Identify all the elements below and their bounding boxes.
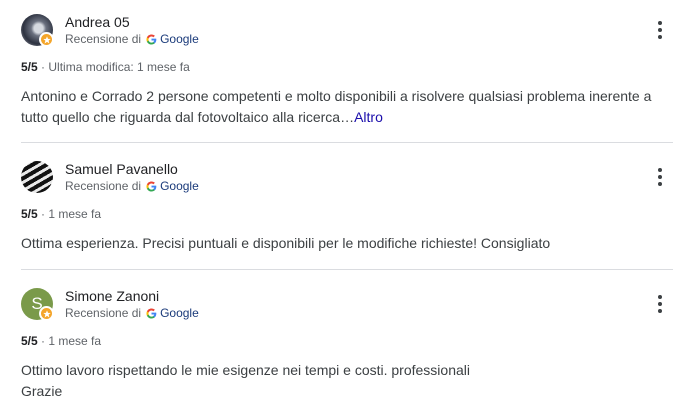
review-text: Ottima esperienza. Precisi puntuali e di… <box>21 235 551 251</box>
local-guide-badge-icon <box>39 32 54 47</box>
source-label: Recensione di <box>65 32 142 46</box>
divider <box>21 269 673 270</box>
source-label: Recensione di <box>65 306 142 320</box>
read-more-link[interactable]: Altro <box>354 109 383 125</box>
google-label: Google <box>160 179 199 193</box>
review-time: · Ultima modifica: 1 mese fa <box>41 60 190 74</box>
review-source: Recensione di Google <box>65 32 199 46</box>
review-meta: 5/5 · 1 mese fa <box>21 334 101 348</box>
avatar[interactable] <box>21 161 53 193</box>
google-label: Google <box>160 32 199 46</box>
review-text-line: Grazie <box>21 383 63 399</box>
divider <box>21 142 673 143</box>
review-time: · 1 mese fa <box>41 207 102 221</box>
google-icon <box>146 307 157 319</box>
google-icon <box>146 33 157 45</box>
rating: 5/5 <box>21 60 38 74</box>
review-text: Ottimo lavoro rispettando le mie esigenz… <box>21 360 666 402</box>
review-meta: 5/5 · 1 mese fa <box>21 207 101 221</box>
reviewer-name[interactable]: Samuel Pavanello <box>65 161 178 177</box>
more-options-icon[interactable] <box>652 19 668 41</box>
google-label: Google <box>160 306 199 320</box>
review-text-body: Antonino e Corrado 2 persone competenti … <box>21 88 652 125</box>
review-text: Antonino e Corrado 2 persone competenti … <box>21 86 666 128</box>
google-icon <box>146 180 157 192</box>
review-meta: 5/5 · Ultima modifica: 1 mese fa <box>21 60 190 74</box>
rating: 5/5 <box>21 334 38 348</box>
reviewer-name[interactable]: Andrea 05 <box>65 14 130 30</box>
more-options-icon[interactable] <box>652 166 668 188</box>
source-label: Recensione di <box>65 179 142 193</box>
review-source: Recensione di Google <box>65 179 199 193</box>
review-text-line: Ottimo lavoro rispettando le mie esigenz… <box>21 362 470 378</box>
reviewer-name[interactable]: Simone Zanoni <box>65 288 159 304</box>
rating: 5/5 <box>21 207 38 221</box>
review-source: Recensione di Google <box>65 306 199 320</box>
review-time: · 1 mese fa <box>41 334 102 348</box>
more-options-icon[interactable] <box>652 293 668 315</box>
local-guide-badge-icon <box>39 306 54 321</box>
